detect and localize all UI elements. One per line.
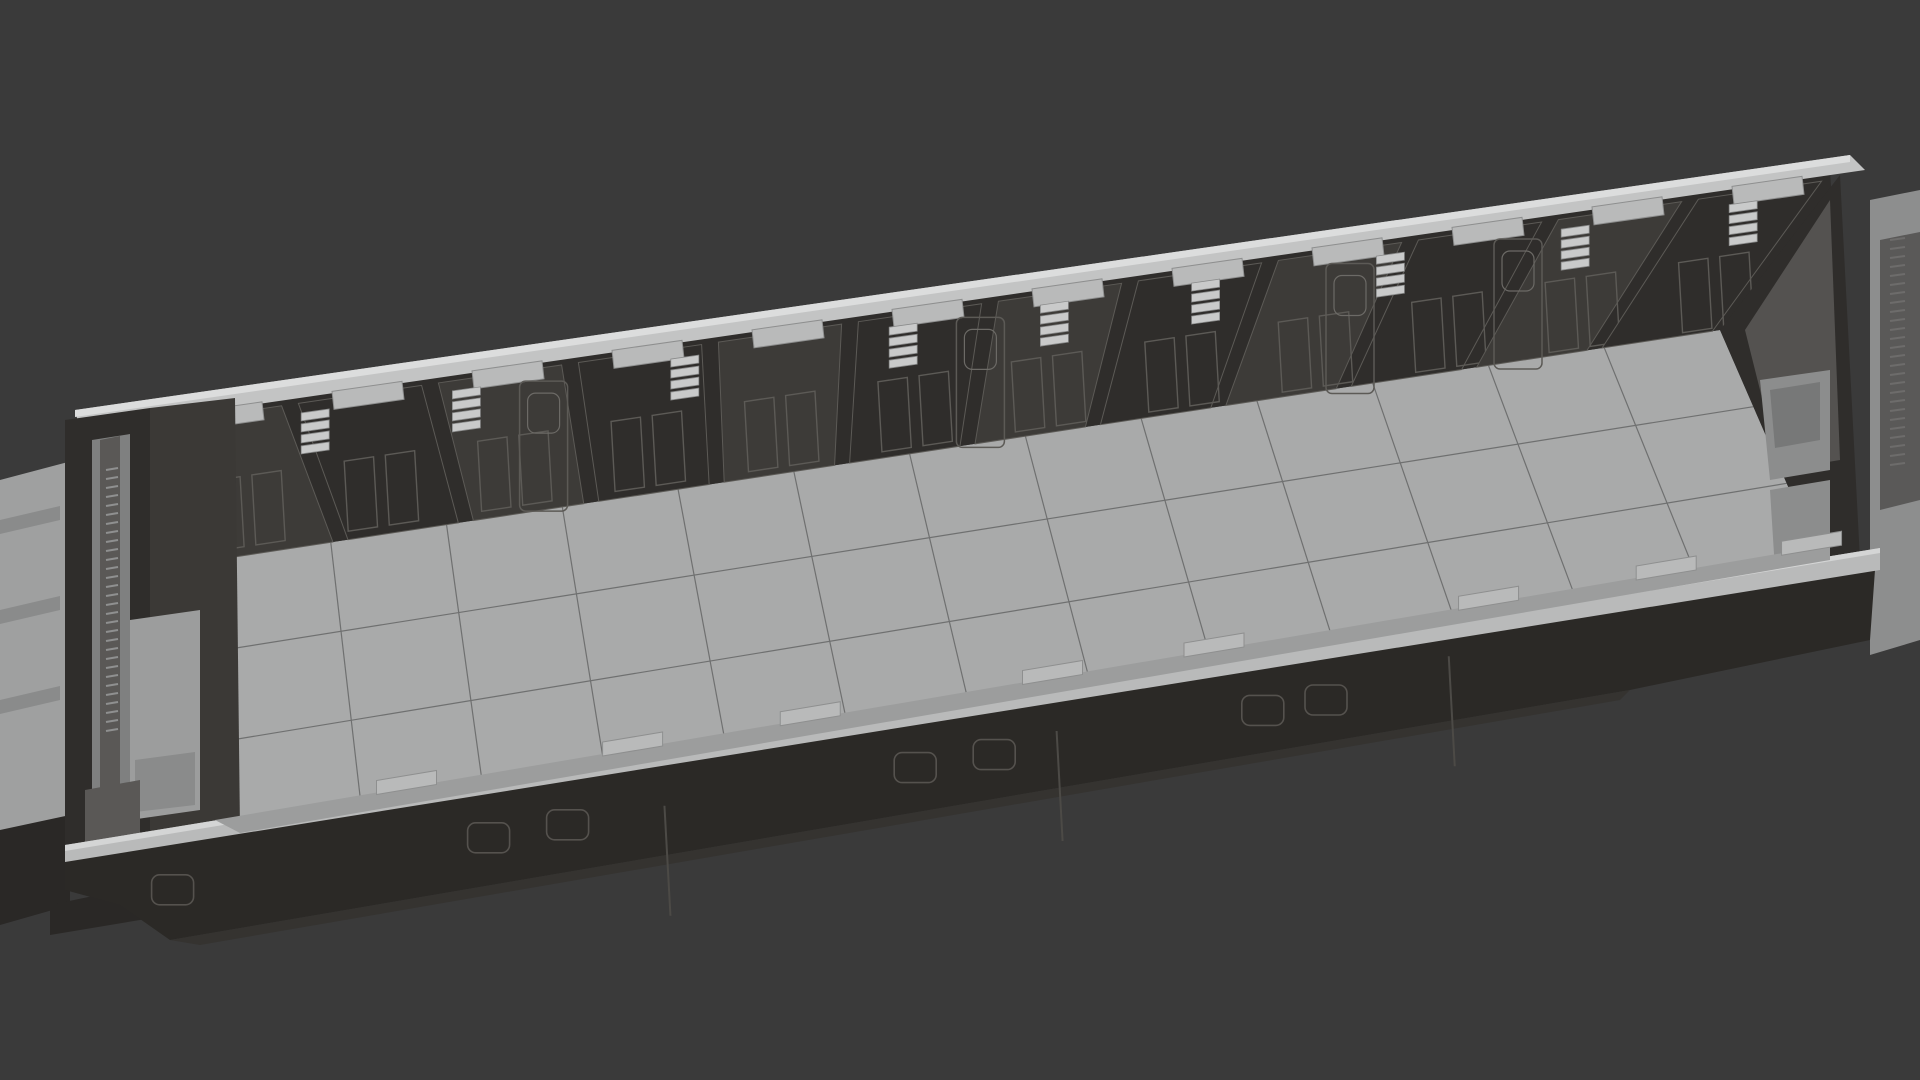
- adjacent-module-right: [1870, 190, 1920, 655]
- wall-panel: [717, 323, 843, 483]
- 3d-viewport[interactable]: [0, 0, 1920, 1080]
- corridor-scene[interactable]: [0, 0, 1920, 1080]
- left-end-wall: [65, 398, 240, 855]
